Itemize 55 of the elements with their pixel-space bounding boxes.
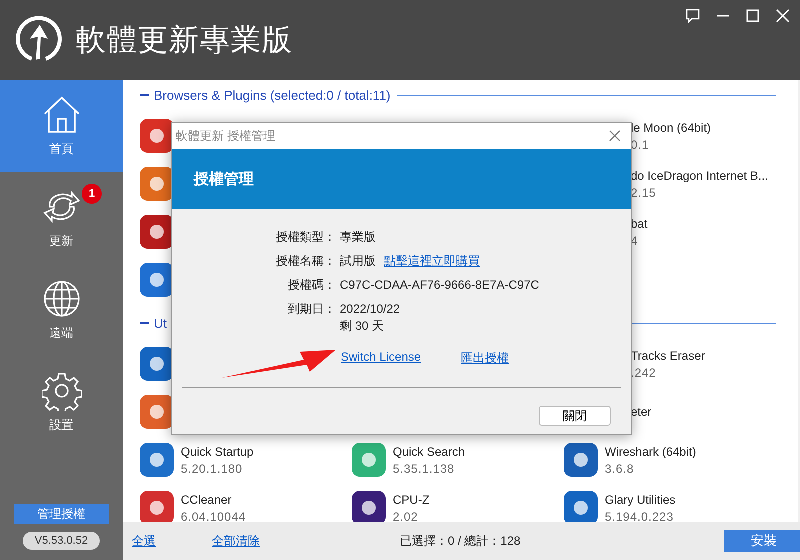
nav-item[interactable]: 遠端 <box>0 264 123 356</box>
settings-icon <box>42 370 82 410</box>
manage-license-button[interactable]: 管理授權 <box>14 504 109 524</box>
clear-all-link[interactable]: 全部清除 <box>212 532 260 550</box>
app-name: Wireshark (64bit) <box>605 444 696 458</box>
field-label: 到期日： <box>287 301 336 318</box>
dialog-title: 軟體更新 授權管理 <box>176 128 276 144</box>
feedback-icon[interactable] <box>686 9 700 23</box>
field-value: 試用版 <box>340 253 376 270</box>
field-label: 授權名稱： <box>275 253 336 270</box>
select-all-link[interactable]: 全選 <box>132 532 156 550</box>
install-button[interactable]: 安裝 <box>724 530 800 552</box>
field-value: C97C-CDAA-AF76-9666-8E7A-C97C <box>340 277 540 294</box>
maximize-icon[interactable] <box>746 9 760 23</box>
close-icon[interactable] <box>609 130 621 142</box>
app-name: le Moon (64bit) <box>631 120 712 134</box>
app-title: 軟體更新專業版 <box>76 22 293 58</box>
field-value: 2022/10/22 <box>340 301 400 318</box>
home-icon <box>42 94 82 134</box>
version-label: V5.53.0.52 <box>22 532 100 550</box>
app-name: bat <box>631 216 648 230</box>
app-name: Tracks Eraser <box>631 348 706 362</box>
app-version: 6.04.10044 <box>181 510 246 524</box>
app-version: 2.02 <box>393 510 420 524</box>
field-value: 剩 30 天 <box>340 318 384 335</box>
close-button[interactable]: 關閉 <box>539 406 611 426</box>
dialog-heading: 授權管理 <box>194 170 254 188</box>
app-version: 5.20.1.180 <box>181 462 244 476</box>
license-link[interactable]: Switch License <box>341 350 422 367</box>
app-version: 2.15 <box>631 186 658 200</box>
app-name: Quick Startup <box>181 444 254 458</box>
app-version: 5.35.1.138 <box>393 462 456 476</box>
app-name: CCleaner <box>181 492 233 506</box>
globe-icon <box>42 278 82 318</box>
license-link[interactable]: 匯出授權 <box>461 350 510 367</box>
notification-badge: 1 <box>82 184 102 204</box>
app-name: Glary Utilities <box>605 492 676 506</box>
app-version: 5.194.0.223 <box>605 510 675 524</box>
field-label: 授權碼： <box>287 277 336 294</box>
app-version: 3.6.8 <box>605 462 636 476</box>
app-name: eter <box>631 405 652 419</box>
selection-count: 已選擇：0 / 總計：128 <box>400 532 521 550</box>
buy-link[interactable]: 點擊這裡立即購買 <box>384 253 480 270</box>
nav-item[interactable]: 更新 1 <box>0 172 123 264</box>
nav-item[interactable]: 設置 <box>0 356 123 448</box>
app-name: do IceDragon Internet B... <box>631 168 768 182</box>
category-header[interactable]: Ut <box>154 316 167 330</box>
app-version: 4 <box>631 234 640 248</box>
category-header[interactable]: Browsers & Plugins (selected:0 / total:11) <box>154 88 391 102</box>
nav-item[interactable]: 首頁 <box>0 80 123 172</box>
app-name: Quick Search <box>393 444 466 458</box>
field-label: 授權類型： <box>275 229 336 246</box>
field-value: 專業版 <box>340 229 376 246</box>
app-version: .242 <box>631 366 658 380</box>
app-name: CPU-Z <box>393 492 430 506</box>
